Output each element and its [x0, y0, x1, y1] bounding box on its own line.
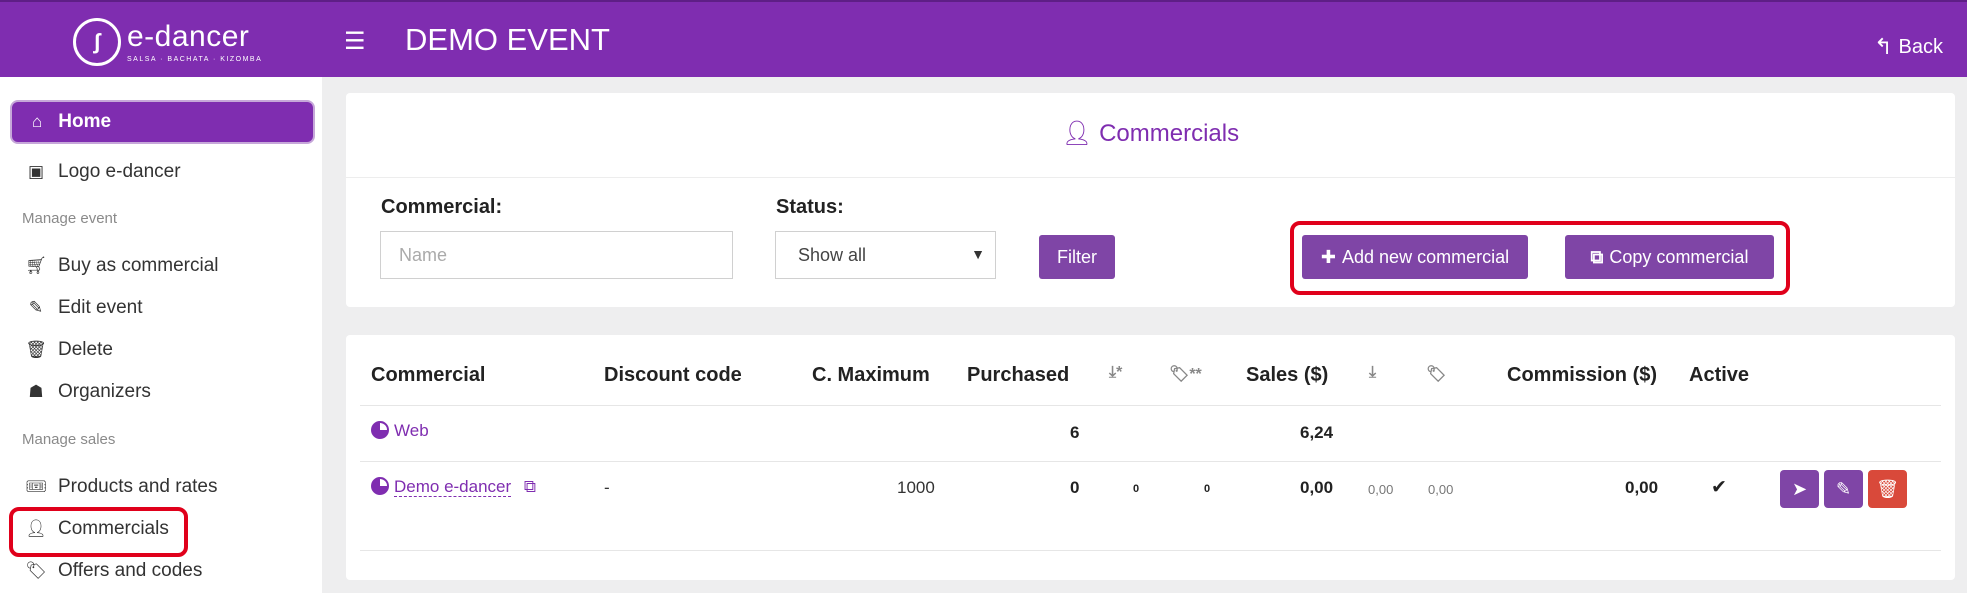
pie-chart-icon [371, 421, 389, 439]
sidebar-item-home[interactable]: ⌂ Home [10, 100, 315, 144]
status-filter-label: Status: [776, 196, 844, 218]
filter-button[interactable]: Filter [1039, 235, 1115, 279]
table-cell-sales-tag: 0,00 [1428, 482, 1454, 497]
sidebar-item-label: Organizers [58, 381, 151, 402]
trash-icon: 🗑︎ [25, 340, 47, 359]
pencil-icon: ✎ [28, 298, 44, 317]
sidebar-item-label: Delete [58, 339, 113, 360]
column-header-commercial: Commercial [371, 364, 486, 386]
tag-icon: 🏷︎ [1426, 366, 1447, 383]
send-button[interactable]: ➤ [1780, 470, 1819, 508]
sidebar-item-label: Home [58, 111, 112, 132]
column-header-download: ⤓* [1109, 364, 1123, 381]
column-header-commission: Commission ($) [1507, 364, 1658, 386]
sidebar-section-event: Manage event [22, 210, 118, 227]
home-icon: ⌂ [32, 112, 43, 131]
table-cell-discount-code: - [604, 478, 610, 497]
pie-chart-icon [371, 477, 389, 495]
table-row-demo-commercial[interactable]: Demo e-dancer ⧉ [371, 477, 536, 497]
cart-icon: 🛒︎ [25, 256, 47, 275]
sidebar-item-buy-as-commercial[interactable]: 🛒︎ Buy as commercial [24, 255, 219, 277]
divider [346, 177, 1955, 178]
sidebar-item-products-and-rates[interactable]: 🎟︎ Products and rates [24, 476, 217, 498]
divider [360, 405, 1941, 406]
paper-plane-icon: ➤ [1791, 478, 1808, 499]
reply-arrow-icon: ↰ [1874, 34, 1893, 59]
app-logo[interactable]: ʃ e-dancer SALSA · BACHATA · KIZOMBA [73, 18, 262, 66]
table-cell-purchased: 6 [1070, 423, 1080, 442]
annotation-highlight-commercials [9, 507, 188, 557]
sidebar-item-label: Buy as commercial [58, 255, 219, 276]
sidebar-item-label: Offers and codes [58, 560, 203, 581]
logo-title: e-dancer [127, 19, 250, 53]
table-cell-commission: 0,00 [1625, 478, 1659, 497]
copy-icon[interactable]: ⧉ [524, 477, 536, 496]
sidebar-item-label: Logo e-dancer [58, 161, 181, 182]
sidebar-item-delete[interactable]: 🗑︎ Delete [24, 339, 113, 361]
commercial-name-input[interactable]: Name [380, 231, 733, 279]
sidebar-item-label: Edit event [58, 297, 143, 318]
page-title: DEMO EVENT [405, 22, 610, 57]
tag-icon: 🏷︎ [25, 561, 47, 580]
top-header: ʃ e-dancer SALSA · BACHATA · KIZOMBA ☰ D… [0, 0, 1967, 77]
delete-button[interactable]: 🗑︎ [1868, 470, 1907, 508]
menu-toggle-icon[interactable]: ☰ [344, 30, 366, 54]
table-cell-purchased: 0 [1070, 478, 1080, 497]
back-button[interactable]: ↰ Back [1874, 34, 1943, 60]
logo-subtitle: SALSA · BACHATA · KIZOMBA [127, 55, 263, 63]
column-header-tag: 🏷︎** [1169, 366, 1202, 383]
annotation-highlight-buttons [1290, 221, 1790, 295]
sidebar-item-label: Products and rates [58, 476, 218, 497]
divider [360, 461, 1941, 462]
pencil-icon: ✎ [1835, 478, 1852, 499]
sidebar-item-logo[interactable]: ▣ Logo e-dancer [24, 161, 181, 183]
active-check-icon: ✔ [1711, 477, 1727, 498]
column-header-purchased: Purchased [967, 364, 1070, 386]
sidebar-item-edit-event[interactable]: ✎ Edit event [24, 297, 143, 319]
sidebar-item-organizers[interactable]: ☗ Organizers [24, 381, 151, 403]
status-select[interactable]: Show all ▼ [775, 231, 996, 279]
user-icon: 👤︎ [1061, 120, 1093, 147]
image-icon: ▣ [27, 162, 45, 181]
table-row-web-commercial[interactable]: Web [371, 421, 429, 441]
user-secret-icon: ☗ [28, 382, 44, 401]
table-cell-sales-download: 0,00 [1368, 482, 1394, 497]
chevron-down-icon: ▼ [971, 246, 985, 262]
table-cell-tag: 0 [1204, 483, 1211, 495]
commercials-table: Commercial Discount code C. Maximum Purc… [346, 335, 1955, 580]
footprint-logo-icon: ʃ [73, 18, 121, 66]
column-header-discount-code: Discount code [604, 364, 742, 386]
table-cell-c-maximum: 1000 [897, 478, 935, 497]
filter-card: 👤︎ Commercials Commercial: Name Status: … [346, 93, 1955, 307]
sidebar: ⌂ Home ▣ Logo e-dancer Manage event 🛒︎ B… [0, 77, 322, 593]
column-header-active: Active [1689, 364, 1750, 386]
sidebar-section-sales: Manage sales [22, 431, 116, 448]
trash-icon: 🗑︎ [1876, 478, 1899, 499]
table-cell-sales: 6,24 [1300, 423, 1334, 442]
section-title: 👤︎ Commercials [1061, 120, 1240, 147]
commercial-filter-label: Commercial: [381, 196, 503, 218]
table-cell-sales: 0,00 [1300, 478, 1334, 497]
sidebar-item-offers-and-codes[interactable]: 🏷︎ Offers and codes [24, 560, 202, 582]
download-icon: ⤓ [1369, 364, 1377, 381]
table-cell-download: 0 [1133, 483, 1140, 495]
edit-button[interactable]: ✎ [1824, 470, 1863, 508]
ticket-icon: 🎟︎ [25, 477, 47, 496]
column-header-c-maximum: C. Maximum [812, 364, 930, 386]
divider [360, 550, 1941, 551]
column-header-sales: Sales ($) [1246, 364, 1329, 386]
tag-icon: 🏷︎ [1169, 366, 1190, 383]
back-label: Back [1898, 35, 1943, 58]
